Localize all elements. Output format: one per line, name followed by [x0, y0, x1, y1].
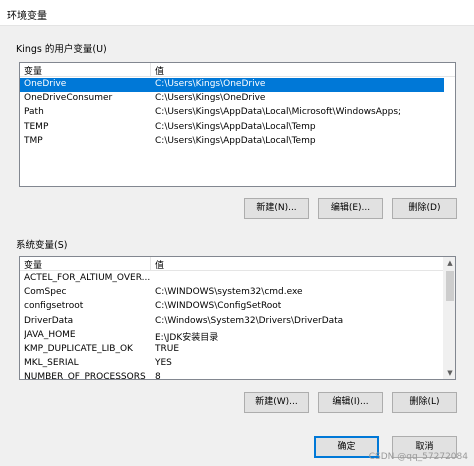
- table-row[interactable]: MKL_SERIAL YES: [20, 357, 443, 371]
- variable-value: YES: [155, 358, 172, 369]
- table-row[interactable]: DriverData C:\Windows\System32\Drivers\Dr…: [20, 315, 443, 329]
- table-row[interactable]: OneDriveConsumer C:\Users\Kings\OneDrive: [20, 92, 444, 106]
- title-bar[interactable]: 环境变量: [0, 0, 474, 26]
- system-new-button[interactable]: 新建(W)...: [244, 392, 309, 413]
- variable-name: MKL_SERIAL: [24, 358, 79, 369]
- window-title: 环境变量: [7, 11, 47, 22]
- variable-value: C:\WINDOWS\system32\cmd.exe: [155, 287, 303, 298]
- table-row[interactable]: JAVA_HOME E:\JDK安装目录: [20, 329, 443, 343]
- column-header-name[interactable]: 变量: [24, 258, 149, 271]
- variable-value: TRUE: [155, 344, 180, 354]
- variable-name: DriverData: [24, 315, 74, 326]
- system-delete-button[interactable]: 删除(L): [392, 392, 457, 413]
- variable-name: ACTEL_FOR_ALTIUM_OVER...: [24, 273, 151, 283]
- system-vars-group-label: 系统变量(S): [16, 240, 68, 251]
- system-vars-header: 变量 值: [20, 257, 455, 271]
- table-row[interactable]: TMP C:\Users\Kings\AppData\Local\Temp: [20, 135, 444, 149]
- variable-value: C:\Users\Kings\AppData\Local\Temp: [155, 135, 316, 146]
- user-delete-button[interactable]: 删除(D): [392, 198, 457, 219]
- table-row[interactable]: ACTEL_FOR_ALTIUM_OVER...: [20, 272, 443, 286]
- scroll-up-arrow-icon[interactable]: ▲: [444, 257, 455, 269]
- variable-value: C:\Users\Kings\OneDrive: [155, 79, 266, 89]
- variable-value: C:\Users\Kings\AppData\Local\Microsoft\W…: [155, 107, 402, 118]
- column-header-value[interactable]: 值: [155, 64, 164, 77]
- watermark: CSDN @qq_57272084: [368, 452, 468, 462]
- variable-name: Path: [24, 107, 44, 118]
- table-row[interactable]: ComSpec C:\WINDOWS\system32\cmd.exe: [20, 286, 443, 300]
- variable-name: JAVA_HOME: [24, 329, 76, 340]
- table-row[interactable]: OneDrive C:\Users\Kings\OneDrive: [20, 78, 444, 92]
- variable-name: NUMBER_OF_PROCESSORS: [24, 372, 146, 380]
- variable-name: ComSpec: [24, 287, 67, 298]
- variable-name: TMP: [24, 135, 43, 146]
- variable-value: 8: [155, 372, 161, 380]
- table-row[interactable]: configsetroot C:\WINDOWS\ConfigSetRoot: [20, 300, 443, 314]
- variable-name: configsetroot: [24, 301, 84, 312]
- system-vars-list[interactable]: 变量 值 ACTEL_FOR_ALTIUM_OVER... ComSpec C:\W…: [19, 256, 456, 380]
- user-vars-list[interactable]: 变量 值 OneDrive C:\Users\Kings\OneDrive OneD…: [19, 62, 456, 187]
- column-header-name[interactable]: 变量: [24, 64, 149, 77]
- table-row[interactable]: NUMBER_OF_PROCESSORS 8: [20, 371, 443, 380]
- variable-name: OneDriveConsumer: [24, 93, 113, 104]
- variable-value: C:\Users\Kings\OneDrive: [155, 93, 266, 104]
- variable-value: C:\WINDOWS\ConfigSetRoot: [155, 301, 282, 312]
- user-vars-header: 变量 值: [20, 63, 455, 77]
- variable-name: KMP_DUPLICATE_LIB_OK: [24, 344, 133, 354]
- column-separator[interactable]: [150, 63, 151, 77]
- variable-value: C:\Windows\System32\Drivers\DriverData: [155, 315, 344, 326]
- variable-value: E:\JDK安装目录: [155, 332, 219, 343]
- table-row[interactable]: TEMP C:\Users\Kings\AppData\Local\Temp: [20, 121, 444, 135]
- column-separator[interactable]: [150, 257, 151, 271]
- user-edit-button[interactable]: 编辑(E)...: [318, 198, 383, 219]
- variable-name: TEMP: [24, 121, 49, 132]
- column-header-value[interactable]: 值: [155, 258, 164, 271]
- user-vars-group-label: Kings 的用户变量(U): [16, 44, 107, 55]
- scroll-down-arrow-icon[interactable]: ▼: [444, 367, 455, 379]
- variable-value: C:\Users\Kings\AppData\Local\Temp: [155, 121, 316, 132]
- system-edit-button[interactable]: 编辑(I)...: [318, 392, 383, 413]
- table-row[interactable]: Path C:\Users\Kings\AppData\Local\Microso…: [20, 106, 444, 120]
- variable-name: OneDrive: [24, 79, 67, 89]
- system-vars-scrollbar[interactable]: ▲ ▼: [443, 257, 455, 379]
- scroll-thumb[interactable]: [446, 271, 454, 301]
- user-new-button[interactable]: 新建(N)...: [244, 198, 309, 219]
- table-row[interactable]: KMP_DUPLICATE_LIB_OK TRUE: [20, 343, 443, 357]
